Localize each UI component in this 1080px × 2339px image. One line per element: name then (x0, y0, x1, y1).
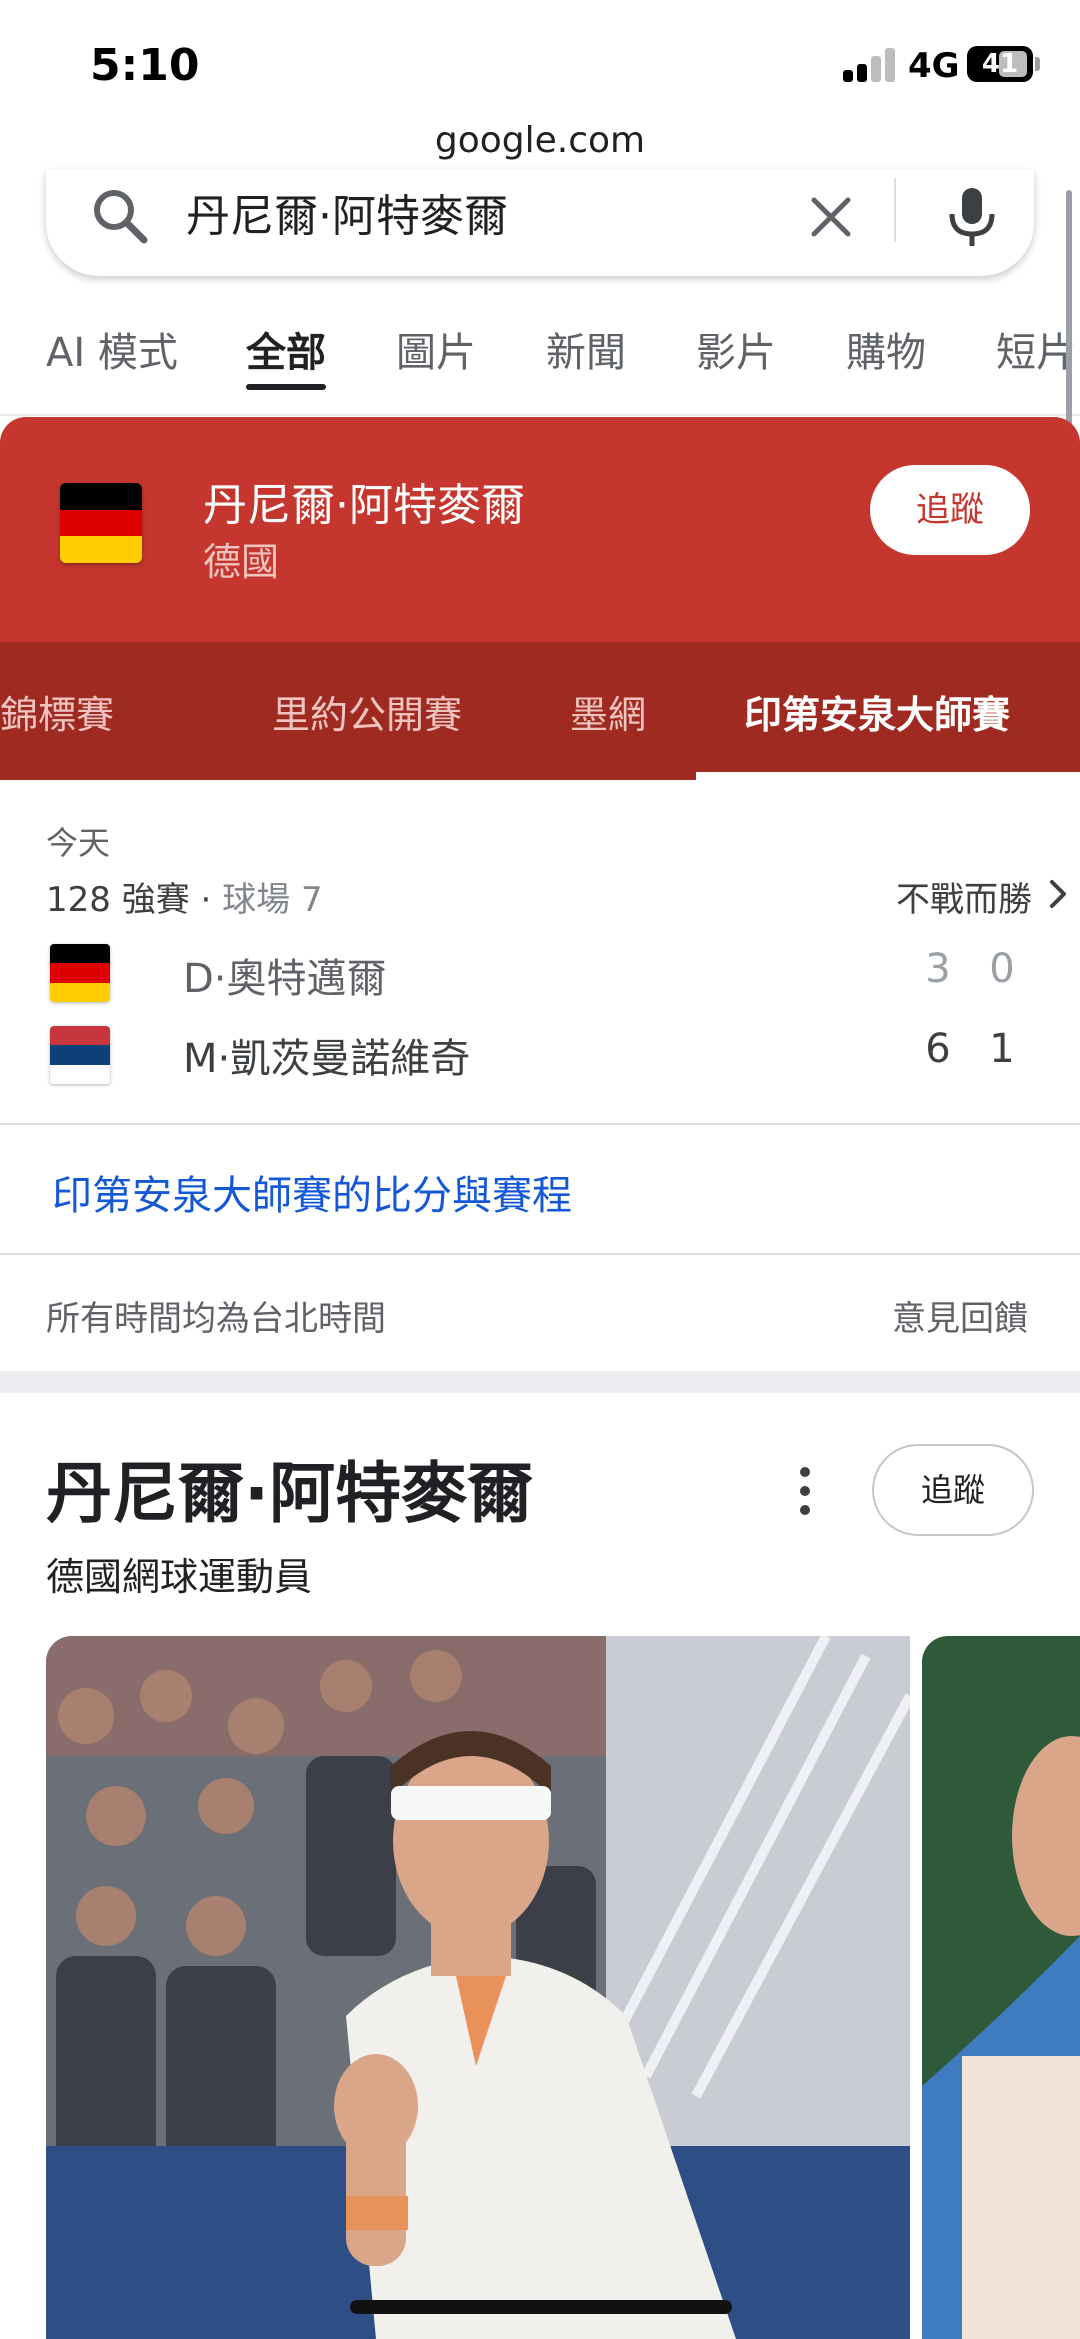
address-bar-url[interactable]: google.com (0, 120, 1080, 161)
tab-shopping[interactable]: 購物 (846, 320, 926, 378)
chevron-right-icon[interactable] (1046, 876, 1070, 912)
set-score: 0 (989, 946, 1015, 992)
player-photo-illustration (46, 1636, 910, 2339)
germany-flag-icon (50, 944, 110, 1002)
tab-images[interactable]: 圖片 (396, 320, 476, 378)
search-divider (894, 178, 896, 242)
search-icon[interactable] (86, 182, 156, 252)
sports-player-country: 德國 (203, 540, 280, 584)
sports-card-footer: 所有時間均為台北時間 意見回饋 (0, 1255, 1080, 1371)
tab-tournament-indian-wells[interactable]: 印第安泉大師賽 (744, 684, 1010, 739)
germany-flag-icon (60, 483, 142, 563)
status-time: 5:10 (90, 40, 200, 91)
more-vert-icon[interactable] (790, 1460, 820, 1522)
timezone-note: 所有時間均為台北時間 (46, 1299, 386, 1339)
schedule-link[interactable]: 印第安泉大師賽的比分與賽程 (52, 1163, 572, 1221)
serbia-flag-icon (50, 1026, 110, 1084)
tab-ai-mode[interactable]: AI 模式 (46, 320, 178, 378)
match-date: 今天 (46, 824, 111, 862)
search-box[interactable]: 丹尼爾·阿特麥爾 (46, 170, 1034, 276)
active-tab-indicator (246, 384, 326, 390)
set-score: 1 (989, 1026, 1015, 1072)
knowledge-panel-subtitle: 德國網球運動員 (46, 1555, 313, 1599)
tab-videos[interactable]: 影片 (696, 320, 776, 378)
search-tabs: AI 模式 全部 圖片 新聞 影片 購物 短片 (0, 300, 1080, 416)
player-photo-secondary-illustration (922, 1636, 1080, 2339)
battery-icon: 41 (967, 46, 1033, 82)
set-score: 3 (925, 946, 951, 992)
player-name: D·奧特邁爾 (183, 956, 387, 1002)
active-tournament-indicator (696, 772, 1080, 780)
player-photo-secondary[interactable] (922, 1636, 1080, 2339)
player-name: M·凱茨曼諾維奇 (183, 1036, 471, 1082)
tab-news[interactable]: 新聞 (546, 320, 626, 378)
network-type: 4G (908, 46, 960, 86)
schedule-link-row[interactable]: 印第安泉大師賽的比分與賽程 (0, 1125, 1080, 1255)
battery-level: 41 (981, 49, 1019, 79)
sports-player-name[interactable]: 丹尼爾·阿特麥爾 (203, 469, 525, 533)
search-input[interactable]: 丹尼爾·阿特麥爾 (186, 182, 508, 252)
set-score: 6 (925, 1026, 951, 1072)
close-icon[interactable] (798, 184, 864, 250)
court-label: 球場 7 (222, 880, 323, 920)
tournament-tabs: 溫布頓網球錦標賽 里約公開賽 墨網 印第安泉大師賽 (0, 642, 1080, 780)
knowledge-panel-follow-button[interactable]: 追蹤 (872, 1444, 1034, 1536)
tab-short-videos[interactable]: 短片 (996, 320, 1076, 378)
match-round: 128 強賽 · 球場 7 (46, 880, 323, 920)
tab-tournament-rio[interactable]: 里約公開賽 (272, 684, 462, 739)
feedback-link[interactable]: 意見回饋 (892, 1291, 1028, 1340)
mic-icon[interactable] (936, 180, 1008, 252)
home-indicator[interactable] (350, 2300, 732, 2314)
sports-card-header: 丹尼爾·阿特麥爾 德國 追蹤 (0, 417, 1080, 642)
battery-tip (1035, 57, 1040, 71)
match-result[interactable]: 今天 128 強賽 · 球場 7 不戰而勝 D·奧特邁爾 3 0 M·凱茨曼諾維… (0, 780, 1080, 1125)
player-photo[interactable] (46, 1636, 910, 2339)
tab-all[interactable]: 全部 (246, 320, 326, 378)
cell-signal-icon (843, 48, 899, 82)
tab-tournament-wimbledon[interactable]: 溫布頓網球錦標賽 (0, 684, 114, 739)
tab-tournament-mexico[interactable]: 墨網 (570, 684, 646, 739)
section-separator (0, 1371, 1080, 1393)
status-bar: 5:10 4G 41 (0, 0, 1080, 130)
knowledge-panel-title: 丹尼爾·阿特麥爾 (46, 1455, 534, 1532)
match-status: 不戰而勝 (896, 880, 1032, 920)
round-label: 128 強賽 (46, 880, 190, 920)
follow-button[interactable]: 追蹤 (870, 465, 1030, 555)
